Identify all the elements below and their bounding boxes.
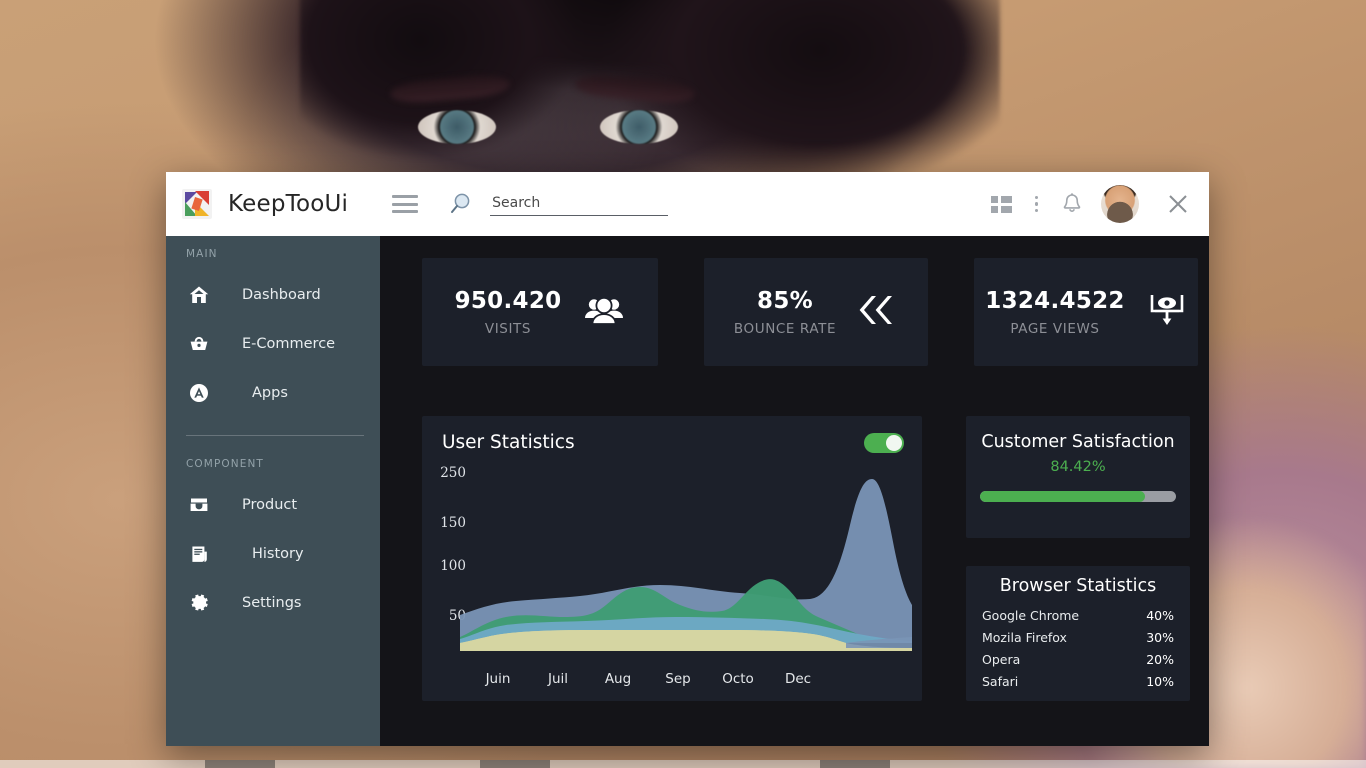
right-column: Customer Satisfaction 84.42% Browser Sta…	[966, 416, 1190, 701]
sidebar-item-label: Settings	[242, 594, 302, 611]
sidebar-item-product[interactable]: Product	[166, 480, 380, 529]
sidebar-item-settings[interactable]: Settings	[166, 578, 380, 627]
browser-statistics-title: Browser Statistics	[999, 576, 1157, 596]
chart-toggle-switch[interactable]	[864, 432, 904, 453]
sidebar-item-ecommerce[interactable]: E-Commerce	[166, 319, 380, 368]
user-statistics-card: User Statistics 250 150 100 50 Juin Juil…	[422, 416, 922, 701]
browser-value: 10%	[1146, 673, 1174, 689]
list-item: Opera 20%	[982, 648, 1174, 670]
browser-value: 30%	[1146, 629, 1174, 645]
x-axis-tick: Sep	[665, 671, 691, 687]
sidebar-section-component: COMPONENT	[186, 458, 264, 470]
sidebar-item-label: History	[252, 545, 304, 562]
browser-name: Safari	[982, 673, 1019, 689]
avatar[interactable]	[1101, 185, 1139, 223]
users-icon	[583, 293, 625, 332]
browser-value: 20%	[1146, 651, 1174, 667]
brand-name: KeepTooUi	[228, 191, 349, 217]
more-vertical-icon[interactable]	[1030, 194, 1044, 215]
progress-fill	[980, 491, 1146, 502]
kpi-card-visits[interactable]: 950.420 VISITS	[422, 258, 658, 366]
browser-name: Google Chrome	[982, 607, 1080, 623]
sidebar-divider	[186, 435, 364, 436]
kpi-label: BOUNCE RATE	[733, 320, 837, 337]
brand-logo-icon	[182, 189, 212, 219]
x-axis: Juin Juil Aug Sep Octo Dec	[422, 665, 922, 687]
taskbar-item	[205, 760, 275, 768]
kpi-label: PAGE VIEWS	[1010, 320, 1100, 337]
app-header: KeepTooUi	[166, 172, 1209, 236]
close-icon[interactable]	[1165, 191, 1191, 217]
chart-baseline	[460, 648, 912, 651]
kpi-row: 950.420 VISITS 85% BOUNCE RATE 1324.4522…	[422, 258, 1198, 366]
search-area	[448, 191, 669, 217]
x-axis-tick: Juin	[485, 671, 511, 687]
list-item: Safari 10%	[982, 670, 1174, 692]
app-body: MAIN Dashboard E-Commerce Apps COMPONENT…	[166, 236, 1209, 746]
app-window: KeepTooUi Search MAIN Dashboard E-Commer…	[166, 172, 1209, 746]
customer-satisfaction-progress	[980, 491, 1176, 502]
kpi-card-bounce-rate[interactable]: 85% BOUNCE RATE	[704, 258, 928, 366]
series-khaki-fill	[460, 630, 846, 650]
kpi-text: 1324.4522 PAGE VIEWS	[985, 288, 1124, 337]
x-axis-tick: Juil	[547, 671, 569, 687]
kpi-value: 950.420	[454, 287, 562, 314]
browser-name: Mozila Firefox	[982, 629, 1067, 645]
background-eye-right	[600, 110, 678, 144]
history-icon	[186, 543, 212, 565]
list-item: Mozila Firefox 30%	[982, 626, 1174, 648]
hamburger-icon[interactable]	[392, 195, 419, 213]
browser-statistics-card: Browser Statistics Google Chrome 40% Moz…	[966, 566, 1190, 701]
sidebar-item-dashboard[interactable]: Dashboard	[166, 270, 380, 319]
x-axis-tick: Dec	[784, 671, 812, 687]
customer-satisfaction-value: 84.42%	[1050, 459, 1106, 475]
area-chart-svg	[460, 479, 912, 651]
taskbar-item	[480, 760, 550, 768]
kpi-text: 85% BOUNCE RATE	[734, 288, 836, 337]
kpi-text: 950.420 VISITS	[455, 288, 562, 337]
kpi-value: 85%	[757, 287, 813, 314]
search-icon[interactable]	[448, 191, 474, 217]
main-content: 950.420 VISITS 85% BOUNCE RATE 1324.4522…	[380, 236, 1209, 746]
page-views-icon	[1147, 291, 1187, 334]
background-eye-left	[418, 110, 496, 144]
grid-icon[interactable]	[990, 195, 1012, 213]
chart-header: User Statistics	[422, 432, 922, 453]
apps-icon	[186, 382, 212, 404]
taskbar-item	[820, 760, 890, 768]
customer-satisfaction-title: Customer Satisfaction	[981, 432, 1175, 452]
browser-name: Opera	[982, 651, 1021, 667]
x-axis-tick: Octo	[722, 671, 754, 687]
kpi-value: 1324.4522	[985, 287, 1125, 314]
sidebar-section-main: MAIN	[186, 248, 218, 260]
sidebar: MAIN Dashboard E-Commerce Apps COMPONENT…	[166, 236, 380, 746]
sidebar-item-label: Dashboard	[242, 286, 321, 303]
chart-plot-area: 250 150 100 50	[422, 465, 922, 665]
list-item: Google Chrome 40%	[982, 604, 1174, 626]
gear-icon	[186, 591, 212, 614]
chart-title: User Statistics	[442, 432, 575, 453]
basket-icon	[186, 333, 212, 355]
kpi-label: VISITS	[484, 320, 532, 337]
sidebar-item-history[interactable]: History	[166, 529, 380, 578]
header-actions	[990, 185, 1192, 223]
kpi-card-page-views[interactable]: 1324.4522 PAGE VIEWS	[974, 258, 1198, 366]
bell-icon[interactable]	[1061, 192, 1083, 216]
sidebar-item-label: Product	[242, 496, 298, 513]
browser-value: 40%	[1146, 607, 1174, 623]
x-axis-tick: Aug	[604, 671, 632, 687]
sidebar-item-apps[interactable]: Apps	[166, 368, 380, 417]
home-icon	[186, 284, 212, 306]
double-chevron-left-icon	[858, 292, 898, 333]
customer-satisfaction-card: Customer Satisfaction 84.42%	[966, 416, 1190, 538]
inbox-icon	[186, 494, 212, 516]
lower-row: User Statistics 250 150 100 50 Juin Juil…	[422, 416, 1198, 701]
sidebar-item-label: E-Commerce	[242, 335, 336, 352]
search-input[interactable]	[490, 192, 669, 216]
sidebar-item-label: Apps	[252, 384, 288, 401]
